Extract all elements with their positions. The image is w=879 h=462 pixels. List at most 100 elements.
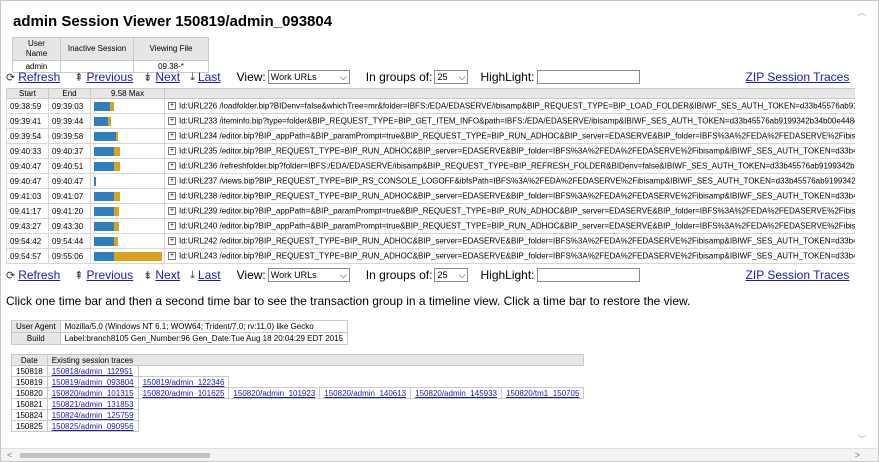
time-bar-cell[interactable] xyxy=(90,218,165,234)
view-label: View: xyxy=(236,70,266,84)
time-bar-cell[interactable] xyxy=(90,113,165,129)
time-bar-blue[interactable] xyxy=(94,207,114,216)
scroll-left-icon[interactable]: < xyxy=(7,450,12,460)
time-bar-orange[interactable] xyxy=(114,252,162,261)
previous-button[interactable]: ⇞ Previous xyxy=(74,268,133,282)
time-bar-blue[interactable] xyxy=(94,162,114,171)
scroll-right-icon[interactable]: > xyxy=(855,450,860,460)
last-link[interactable]: Last xyxy=(198,268,221,282)
last-button[interactable]: ⤓ Last xyxy=(190,268,221,282)
previous-link[interactable]: Previous xyxy=(86,70,133,84)
time-bar-blue[interactable] xyxy=(94,252,114,261)
view-control: View: Work URLs ⌵ xyxy=(237,70,350,84)
session-trace-link[interactable]: 150821/admin_131853 xyxy=(52,400,134,409)
session-trace-link[interactable]: 150819/admin_122346 xyxy=(143,378,225,387)
expand-icon[interactable]: + xyxy=(168,162,176,171)
session-trace-link[interactable]: 150820/admin_140613 xyxy=(324,389,406,398)
session-trace-link[interactable]: 150820/tm1_150705 xyxy=(506,389,579,398)
session-date: 150824 xyxy=(11,409,48,421)
time-bar-blue[interactable] xyxy=(94,147,114,156)
next-button[interactable]: ⇟ Next xyxy=(143,268,180,282)
refresh-button[interactable]: ⟳ Refresh xyxy=(6,70,60,84)
highlight-input[interactable] xyxy=(536,70,640,84)
groups-control: In groups of: 25 ⌵ xyxy=(366,70,469,84)
time-bar-orange[interactable] xyxy=(114,162,120,171)
groups-label: In groups of: xyxy=(365,70,433,84)
session-trace-link[interactable]: 150820/admin_145933 xyxy=(415,389,497,398)
view-select-value: Work URLs xyxy=(270,72,317,82)
view-select[interactable]: Work URLs ⌵ xyxy=(267,268,350,282)
time-bar-cell[interactable] xyxy=(90,143,165,159)
last-page-icon: ⤓ xyxy=(190,268,195,281)
time-bar-cell[interactable] xyxy=(90,158,165,174)
scroll-up-icon[interactable]: ︿ xyxy=(858,7,866,18)
expand-icon[interactable]: + xyxy=(168,237,176,246)
session-trace-link[interactable]: 150820/admin_101625 xyxy=(143,389,225,398)
groups-select[interactable]: 25 ⌵ xyxy=(434,70,469,84)
next-link[interactable]: Next xyxy=(155,70,180,84)
horizontal-scrollbar[interactable]: < > xyxy=(1,448,878,461)
previous-button[interactable]: ⇞ Previous xyxy=(74,70,133,84)
session-trace-link[interactable]: 150825/admin_090956 xyxy=(52,422,134,431)
time-bar-orange[interactable] xyxy=(116,132,118,141)
viewing-file-header: Viewing File xyxy=(133,37,209,61)
expand-icon[interactable]: + xyxy=(168,207,176,216)
refresh-link[interactable]: Refresh xyxy=(18,70,60,84)
last-button[interactable]: ⤓ Last xyxy=(190,70,221,84)
time-bar-orange[interactable] xyxy=(114,207,119,216)
session-trace-cell: 150819/admin_122346 xyxy=(137,376,230,388)
time-bar-cell[interactable] xyxy=(90,128,165,144)
session-trace-link[interactable]: 150820/admin_101923 xyxy=(233,389,315,398)
time-bar-cell[interactable] xyxy=(90,188,165,204)
view-select[interactable]: Work URLs ⌵ xyxy=(267,70,350,84)
time-bar-orange[interactable] xyxy=(110,102,114,111)
next-button[interactable]: ⇟ Next xyxy=(143,70,180,84)
expand-icon[interactable]: + xyxy=(168,117,176,126)
time-bar-orange[interactable] xyxy=(114,192,120,201)
session-trace-cell: 150824/admin_125759 xyxy=(46,409,139,421)
scroll-down-icon[interactable]: ﹀ xyxy=(858,434,866,445)
session-trace-link[interactable]: 150819/admin_093804 xyxy=(52,378,134,387)
time-bar-orange[interactable] xyxy=(108,117,111,126)
time-bar-blue[interactable] xyxy=(94,177,96,186)
expand-icon[interactable]: + xyxy=(168,252,176,261)
time-bar-cell[interactable] xyxy=(90,98,165,114)
scrollbar-thumb[interactable] xyxy=(20,453,210,458)
zip-session-traces-link[interactable]: ZIP Session Traces xyxy=(746,70,850,84)
request-url: Id:URL239 /editor.bip?BIP_appPath=&BIP_p… xyxy=(179,206,867,216)
time-bar-cell[interactable] xyxy=(90,248,165,264)
existing-traces-column-header: Existing session traces xyxy=(46,354,585,366)
next-link[interactable]: Next xyxy=(155,268,180,282)
refresh-link[interactable]: Refresh xyxy=(18,268,60,282)
expand-icon[interactable]: + xyxy=(168,132,176,141)
last-link[interactable]: Last xyxy=(198,70,221,84)
expand-icon[interactable]: + xyxy=(168,102,176,111)
previous-link[interactable]: Previous xyxy=(86,268,133,282)
time-bar-blue[interactable] xyxy=(94,117,108,126)
page-down-icon: ⇟ xyxy=(143,269,153,282)
session-trace-cell: 150820/admin_101923 xyxy=(228,387,321,399)
expand-icon[interactable]: + xyxy=(168,147,176,156)
session-trace-link[interactable]: 150818/admin_112951 xyxy=(52,367,133,376)
time-bar-cell[interactable] xyxy=(90,173,165,189)
session-trace-link[interactable]: 150824/admin_125759 xyxy=(52,411,134,420)
expand-icon[interactable]: + xyxy=(168,222,176,231)
vertical-scrollbar[interactable]: ︿ ﹀ xyxy=(855,1,867,449)
zip-session-traces-link[interactable]: ZIP Session Traces xyxy=(746,268,850,282)
groups-select[interactable]: 25 ⌵ xyxy=(434,268,469,282)
time-bar-cell[interactable] xyxy=(90,233,165,249)
expand-icon[interactable]: + xyxy=(168,192,176,201)
time-bar-orange[interactable] xyxy=(114,237,118,246)
session-trace-link[interactable]: 150820/admin_101315 xyxy=(52,389,134,398)
highlight-input[interactable] xyxy=(536,268,640,282)
time-bar-blue[interactable] xyxy=(94,192,114,201)
expand-icon[interactable]: + xyxy=(168,177,176,186)
time-bar-blue[interactable] xyxy=(94,132,116,141)
time-bar-blue[interactable] xyxy=(94,237,114,246)
time-bar-cell[interactable] xyxy=(90,203,165,219)
time-bar-blue[interactable] xyxy=(94,102,110,111)
time-bar-orange[interactable] xyxy=(114,147,120,156)
refresh-button[interactable]: ⟳ Refresh xyxy=(6,268,60,282)
time-bar-blue[interactable] xyxy=(94,222,114,231)
time-bar-orange[interactable] xyxy=(114,222,119,231)
